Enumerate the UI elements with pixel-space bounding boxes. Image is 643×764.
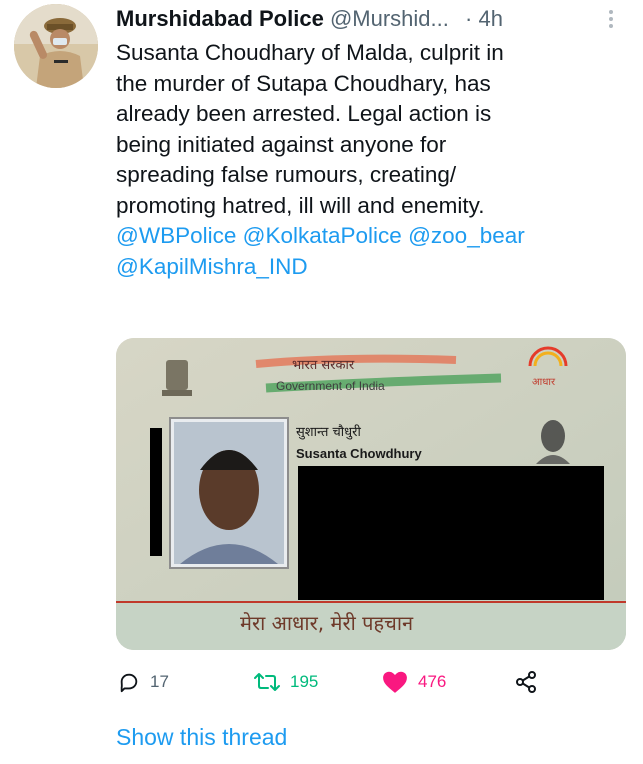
mentions-line: @WBPolice @KolkataPolice @zoo_bear — [116, 221, 626, 252]
reply-count: 17 — [150, 672, 169, 691]
mention-link[interactable]: @KolkataPolice — [243, 223, 402, 248]
reply-button[interactable]: 17 — [118, 668, 169, 696]
aadhaar-label: आधार — [532, 377, 556, 388]
tweet-line: spreading false rumours, creating/ — [116, 162, 457, 187]
tweet-line: being initiated against anyone for — [116, 131, 447, 157]
card-hindi-header: भारत सरकार — [292, 358, 355, 373]
retweet-count: 195 — [290, 672, 319, 691]
heart-icon — [383, 671, 407, 693]
separator-dot: · — [465, 6, 473, 31]
like-count: 476 — [418, 672, 447, 691]
id-card-image: भारत सरकार Government of India आधार सुशा… — [116, 338, 626, 650]
tweet-text: Susanta Choudhary of Malda, culprit in t… — [116, 38, 626, 282]
card-name-english: Susanta Chowdhury — [296, 446, 422, 461]
retweet-button[interactable]: 195 — [254, 668, 318, 696]
author-name[interactable]: Murshidabad Police — [116, 6, 324, 31]
tweet-header: Murshidabad Police @Murshid... · 4h — [116, 4, 632, 34]
national-emblem-icon — [162, 360, 192, 396]
tweet-line: promoting hatred, ill will and enemity. — [116, 192, 485, 218]
share-button[interactable] — [514, 668, 538, 696]
share-icon — [516, 671, 536, 693]
tweet-line: already been arrested. Legal action is — [116, 101, 492, 126]
tweet-media-image[interactable]: भारत सरकार Government of India आधार सुशा… — [116, 338, 626, 650]
tweet-line: Susanta Choudhary of Malda, culprit in — [116, 40, 504, 65]
retweet-icon — [254, 673, 280, 691]
mention-link[interactable]: @WBPolice — [116, 223, 236, 248]
avatar[interactable] — [14, 4, 98, 88]
more-options-icon[interactable] — [605, 8, 617, 30]
card-name-hindi: सुशान्त चौधुरी — [296, 424, 361, 440]
tweet-line: the murder of Sutapa Choudhary, has — [116, 70, 491, 96]
like-button[interactable]: 476 — [382, 668, 446, 696]
mention-link[interactable]: @zoo_bear — [408, 223, 525, 248]
reply-icon — [120, 673, 138, 693]
tweet-actions: 17 195 476 — [116, 668, 626, 696]
card-footer-slogan: मेरा आधार, मेरी पहचान — [240, 611, 414, 635]
mention-link[interactable]: @KapilMishra_IND — [116, 254, 308, 279]
show-thread-link[interactable]: Show this thread — [116, 722, 287, 752]
avatar-image — [14, 4, 98, 88]
card-english-header: Government of India — [276, 379, 385, 393]
tweet-timestamp[interactable]: 4h — [478, 6, 502, 31]
mentions-line: @KapilMishra_IND — [116, 252, 626, 283]
author-handle[interactable]: @Murshid... — [330, 6, 449, 31]
